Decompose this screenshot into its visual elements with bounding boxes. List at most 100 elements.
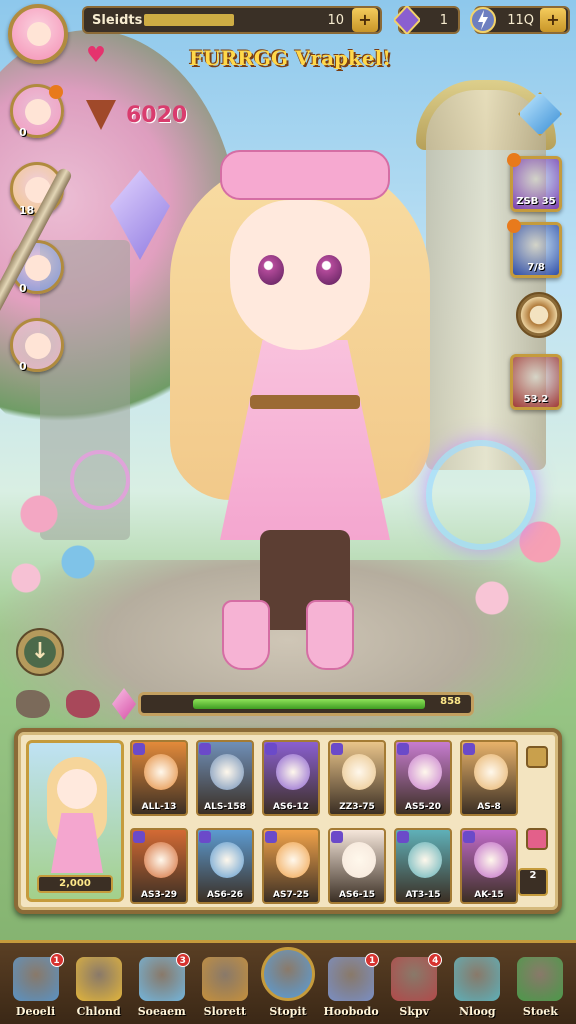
inventory-item-label: AT3-15 <box>405 890 441 900</box>
hero-boot-left <box>222 600 270 670</box>
inventory-panel: 2,000 ALL-13 ALS-158 AS6-12 ZZ3-75 AS5-2… <box>14 728 562 914</box>
gem-value: 1 <box>439 12 448 28</box>
item-art <box>276 754 310 790</box>
filter-button[interactable] <box>526 746 548 768</box>
item-art <box>408 842 442 878</box>
experience-row: 858 <box>14 686 474 722</box>
nav-label: Hoobodo <box>323 1005 379 1018</box>
star-burst-icon <box>75 957 122 1001</box>
spiral-ring-button[interactable] <box>516 292 562 338</box>
inventory-item-label: ALL-13 <box>141 802 177 812</box>
nav-item-chlond[interactable]: Chlond <box>69 957 129 1018</box>
skill-slot[interactable]: 53.2 <box>510 354 562 410</box>
item-art <box>210 754 244 790</box>
inventory-item[interactable]: ALL-13 <box>130 740 188 816</box>
nav-item-hoobodo[interactable]: 1 Hoobodo <box>321 953 381 1018</box>
nav-item-stopit[interactable]: Stopit <box>258 947 318 1018</box>
hero-character[interactable] <box>150 120 450 680</box>
inventory-item[interactable]: AS7-25 <box>262 828 320 904</box>
nav-item-skpv[interactable]: 4 Skpv <box>384 953 444 1018</box>
bottom-nav: 1 Deoeli Chlond 3 Soeaem Slorett Stopit 1 H… <box>0 940 576 1024</box>
nav-label: Chlond <box>76 1005 121 1018</box>
nav-item-soeaem[interactable]: 3 Soeaem <box>132 953 192 1018</box>
inventory-grid: ALL-13 ALS-158 AS6-12 ZZ3-75 AS5-20 AS-8… <box>130 740 550 904</box>
ruby-ore-icon[interactable] <box>66 690 100 718</box>
nav-item-slorett[interactable]: Slorett <box>195 957 255 1018</box>
energy-label: Sleidts <box>92 12 143 28</box>
inventory-item-label: AS6-15 <box>339 890 375 900</box>
party-column: 0 18 0 0 <box>10 84 66 396</box>
skill-slot[interactable]: ZSB 35 <box>507 153 562 212</box>
inventory-item-label: ALS-158 <box>204 802 246 812</box>
energy-add-button[interactable]: + <box>352 8 378 32</box>
inventory-item[interactable]: AT3-15 <box>394 828 452 904</box>
hero-eye-left <box>258 255 284 285</box>
party-member[interactable]: 0 <box>10 318 64 373</box>
inventory-item[interactable]: AS5-20 <box>394 740 452 816</box>
party-member-level: 0 <box>19 282 27 295</box>
party-member-face <box>25 333 51 359</box>
sword-icon <box>397 743 409 755</box>
lightning-icon <box>470 7 496 33</box>
item-art <box>474 842 508 878</box>
nav-item-deoeli[interactable]: 1 Deoeli <box>6 953 66 1018</box>
inventory-item[interactable]: AK-15 <box>460 828 518 904</box>
party-member[interactable]: 0 <box>10 84 64 139</box>
inventory-item-label: AK-15 <box>474 890 504 900</box>
item-art <box>342 842 376 878</box>
energy-fill <box>144 14 234 26</box>
nav-label: Stopit <box>269 1005 307 1018</box>
hero-hair-bow <box>220 150 390 200</box>
alert-dot-icon <box>507 219 521 233</box>
nav-badge: 1 <box>49 953 64 967</box>
gem-counter: 1 <box>394 6 460 34</box>
inventory-item[interactable]: AS6-12 <box>262 740 320 816</box>
hero-eye-right <box>316 255 342 285</box>
inventory-item[interactable]: ALS-158 <box>196 740 254 816</box>
sword-icon <box>463 743 475 755</box>
sort-button[interactable] <box>526 828 548 850</box>
inventory-item[interactable]: AS6-15 <box>328 828 386 904</box>
globe-icon <box>454 957 501 1001</box>
skill-label: ZSB 35 <box>516 196 556 207</box>
ore-icon[interactable] <box>16 690 50 718</box>
hero-belt <box>250 395 360 409</box>
alert-dot-icon <box>507 153 521 167</box>
sword-icon <box>133 831 145 843</box>
coin-value: 11Q <box>507 12 534 28</box>
sword-icon <box>331 831 343 843</box>
sword-icon <box>265 831 277 843</box>
nav-label: Soeaem <box>137 1005 186 1018</box>
nav-item-stoek[interactable]: Stoek <box>510 957 570 1018</box>
inventory-item[interactable]: AS3-29 <box>130 828 188 904</box>
skill-slot[interactable]: 7/8 <box>507 219 562 278</box>
coin-add-button[interactable]: + <box>540 8 566 32</box>
sword-icon <box>265 743 277 755</box>
nav-badge: 1 <box>365 953 380 967</box>
skill-label: 53.2 <box>523 394 549 405</box>
sword-icon <box>133 743 145 755</box>
item-art <box>210 842 244 878</box>
heart-icon[interactable]: ♥ <box>84 44 108 68</box>
inventory-item[interactable]: AS-8 <box>460 740 518 816</box>
sword-icon <box>199 743 211 755</box>
pink-gem-icon <box>112 688 136 720</box>
skill-label: 7/8 <box>527 262 545 273</box>
party-member-face <box>25 255 51 281</box>
nav-label: Nloog <box>459 1005 496 1018</box>
sword-icon <box>397 831 409 843</box>
inventory-item[interactable]: ZZ3-75 <box>328 740 386 816</box>
item-art <box>474 754 508 790</box>
inventory-item-label: ZZ3-75 <box>339 802 375 812</box>
download-arrow-button[interactable]: ↓ <box>16 628 64 676</box>
gem-icon <box>394 6 420 34</box>
blue-gem-icon <box>260 947 315 1001</box>
inventory-item[interactable]: AS6-26 <box>196 828 254 904</box>
player-avatar[interactable] <box>8 4 68 64</box>
magic-swirl-small <box>70 450 130 510</box>
experience-bar: 858 <box>138 692 474 716</box>
nav-item-nloog[interactable]: Nloog <box>447 957 507 1018</box>
featured-hero-card[interactable]: 2,000 <box>26 740 124 902</box>
item-art <box>342 754 376 790</box>
rank-badge-icon <box>86 100 116 130</box>
